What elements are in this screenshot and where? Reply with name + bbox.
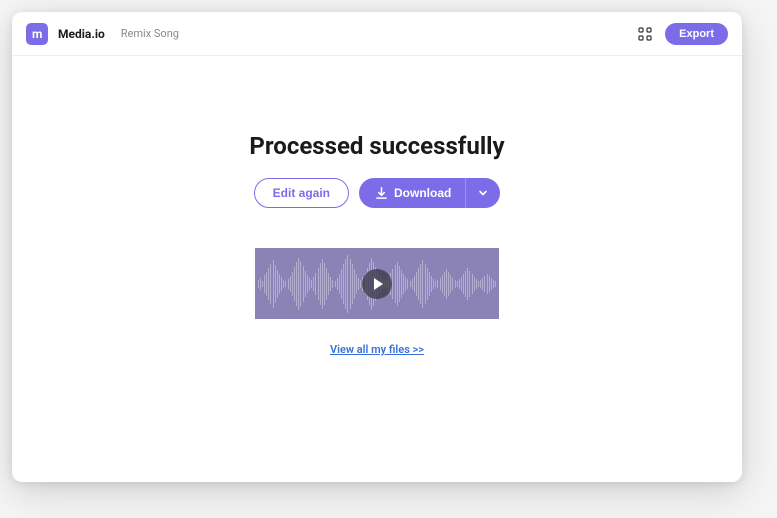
logo[interactable]: m xyxy=(26,23,48,45)
audio-preview xyxy=(255,248,499,319)
play-icon xyxy=(374,278,383,290)
page-title: Processed successfully xyxy=(249,132,504,160)
edit-label: Edit again xyxy=(273,186,330,200)
apps-grid-icon[interactable] xyxy=(637,26,653,42)
page-name: Remix Song xyxy=(121,27,179,40)
export-button[interactable]: Export xyxy=(665,23,728,45)
view-all-files-link[interactable]: View all my files >> xyxy=(330,343,424,356)
brand-name: Media.io xyxy=(58,27,105,41)
header-right: Export xyxy=(637,23,728,45)
play-button[interactable] xyxy=(362,269,392,299)
chevron-down-icon xyxy=(478,188,488,198)
download-label: Download xyxy=(394,186,451,200)
download-button-group: Download xyxy=(359,178,500,208)
logo-text: m xyxy=(32,27,42,41)
app-window: m Media.io Remix Song Export Processed s… xyxy=(12,12,742,482)
download-icon xyxy=(375,187,388,200)
edit-again-button[interactable]: Edit again xyxy=(254,178,349,208)
download-button[interactable]: Download xyxy=(359,178,465,208)
action-buttons: Edit again Download xyxy=(254,178,501,208)
export-label: Export xyxy=(679,28,714,40)
view-files-label: View all my files >> xyxy=(330,343,424,356)
main-content: Processed successfully Edit again Downlo… xyxy=(12,56,742,482)
download-options-button[interactable] xyxy=(465,178,500,208)
header: m Media.io Remix Song Export xyxy=(12,12,742,56)
header-left: m Media.io Remix Song xyxy=(26,23,179,45)
